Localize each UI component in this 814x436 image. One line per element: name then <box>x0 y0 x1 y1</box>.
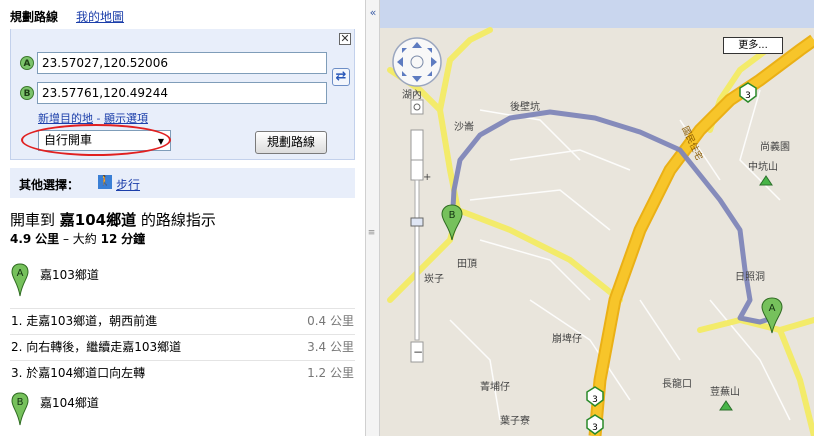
place-label: 日照洞 <box>735 272 765 283</box>
show-options-link[interactable]: 顯示選項 <box>104 112 148 125</box>
origin-input[interactable]: 23.57027,120.52006 <box>37 52 327 74</box>
place-label: 後壁坑 <box>510 102 540 113</box>
form-links: 新增目的地 - 顯示選項 <box>38 110 148 126</box>
place-label: 尚義園 <box>760 142 790 153</box>
origin-marker-icon: A <box>20 56 34 70</box>
start-location-label: 嘉103鄉道 <box>40 268 99 282</box>
route-title-road: 嘉104鄉道 <box>59 211 137 229</box>
place-label: 崩埤仔 <box>552 334 582 345</box>
more-button[interactable]: 更多... <box>723 37 783 54</box>
walking-icon[interactable]: 🚶 <box>98 175 112 189</box>
route-summary: 4.9 公里 – 大約 12 分鐘 <box>10 230 145 247</box>
route-step[interactable]: 1. 走嘉103鄉道，朝西前進 0.4 公里 <box>10 308 355 333</box>
svg-text:3: 3 <box>745 91 751 101</box>
step-text: 1. 走嘉103鄉道，朝西前進 <box>11 314 158 328</box>
end-location-label: 嘉104鄉道 <box>40 396 99 410</box>
plan-route-button[interactable]: 規劃路線 <box>255 131 327 154</box>
place-label: 葉子寮 <box>500 416 530 427</box>
route-step[interactable]: 3. 於嘉104鄉道口向左轉 1.2 公里 <box>10 360 355 385</box>
panel-tabs: 規劃路線 我的地圖 <box>0 0 365 28</box>
svg-text:B: B <box>449 210 456 221</box>
dropdown-arrow-icon: ▼ <box>157 137 164 146</box>
map-marker-b-icon: B <box>441 204 463 241</box>
travel-mode-select[interactable]: 自行開車 ▼ <box>38 130 171 151</box>
panel-divider-scrollbar[interactable] <box>365 0 380 436</box>
zoom-in-label[interactable]: + <box>423 172 431 183</box>
destination-marker-icon: B <box>20 86 34 100</box>
svg-text:A: A <box>769 303 776 314</box>
link-separator: - <box>93 112 104 125</box>
svg-text:B: B <box>17 397 24 408</box>
route-title-prefix: 開車到 <box>10 211 56 229</box>
close-form-button[interactable]: ✕ <box>339 33 351 45</box>
place-label: 湖內 <box>402 90 422 101</box>
add-destination-link[interactable]: 新增目的地 <box>38 112 93 125</box>
step-distance: 3.4 公里 <box>307 340 354 354</box>
route-title: 開車到 嘉104鄉道 的路線指示 <box>10 209 216 230</box>
place-label: 荳蕪山 <box>710 387 740 398</box>
place-label: 長龍口 <box>662 379 692 390</box>
step-distance: 1.2 公里 <box>307 366 354 380</box>
route-step[interactable]: 2. 向右轉後，繼續走嘉103鄉道 3.4 公里 <box>10 334 355 359</box>
place-label: 崁子 <box>424 274 444 285</box>
walk-link[interactable]: 步行 <box>116 176 140 193</box>
route-title-suffix: 的路線指示 <box>140 211 216 229</box>
alternatives-bar: 其他選擇： 🚶 步行 <box>10 168 355 198</box>
zoom-out-button[interactable]: − <box>413 345 423 359</box>
swap-icon[interactable]: ⇄ <box>332 68 350 86</box>
place-label: 沙崙 <box>454 122 474 133</box>
alternatives-label: 其他選擇： <box>19 178 80 192</box>
route-distance: 4.9 <box>10 232 32 246</box>
destination-input[interactable]: 23.57761,120.49244 <box>37 82 327 104</box>
tab-directions[interactable]: 規劃路線 <box>10 8 58 25</box>
route-distance-unit: 公里 <box>35 232 60 246</box>
svg-text:3: 3 <box>592 395 598 405</box>
map-canvas: B A 3 3 3 國民住宅 <box>380 0 814 436</box>
route-time: 12 <box>100 232 118 246</box>
collapse-panel-icon[interactable]: « <box>366 6 380 20</box>
step-distance: 0.4 公里 <box>307 314 354 328</box>
start-pin-icon: A <box>11 263 29 297</box>
svg-text:3: 3 <box>592 423 598 433</box>
tab-my-maps[interactable]: 我的地圖 <box>76 8 124 25</box>
step-text: 2. 向右轉後，繼續走嘉103鄉道 <box>11 340 182 354</box>
end-pin-icon: B <box>11 392 29 426</box>
place-label: 田頂 <box>457 259 477 270</box>
step-text: 3. 於嘉104鄉道口向左轉 <box>11 366 146 380</box>
place-label: 中坑山 <box>748 162 778 173</box>
place-label: 菁埔仔 <box>480 382 510 393</box>
svg-text:A: A <box>17 268 24 279</box>
route-time-unit: 分鐘 <box>121 232 146 246</box>
directions-panel: 規劃路線 我的地圖 ✕ A 23.57027,120.52006 B 23.57… <box>0 0 365 436</box>
route-time-prefix: – 大約 <box>62 232 97 246</box>
map-view[interactable]: B A 3 3 3 國民住宅 + − 後壁坑 沙崙 尚義園 中坑山 田頂 崁子 … <box>380 0 814 436</box>
travel-mode-value: 自行開車 <box>44 133 93 147</box>
grip-icon[interactable]: ≡ <box>367 228 376 238</box>
